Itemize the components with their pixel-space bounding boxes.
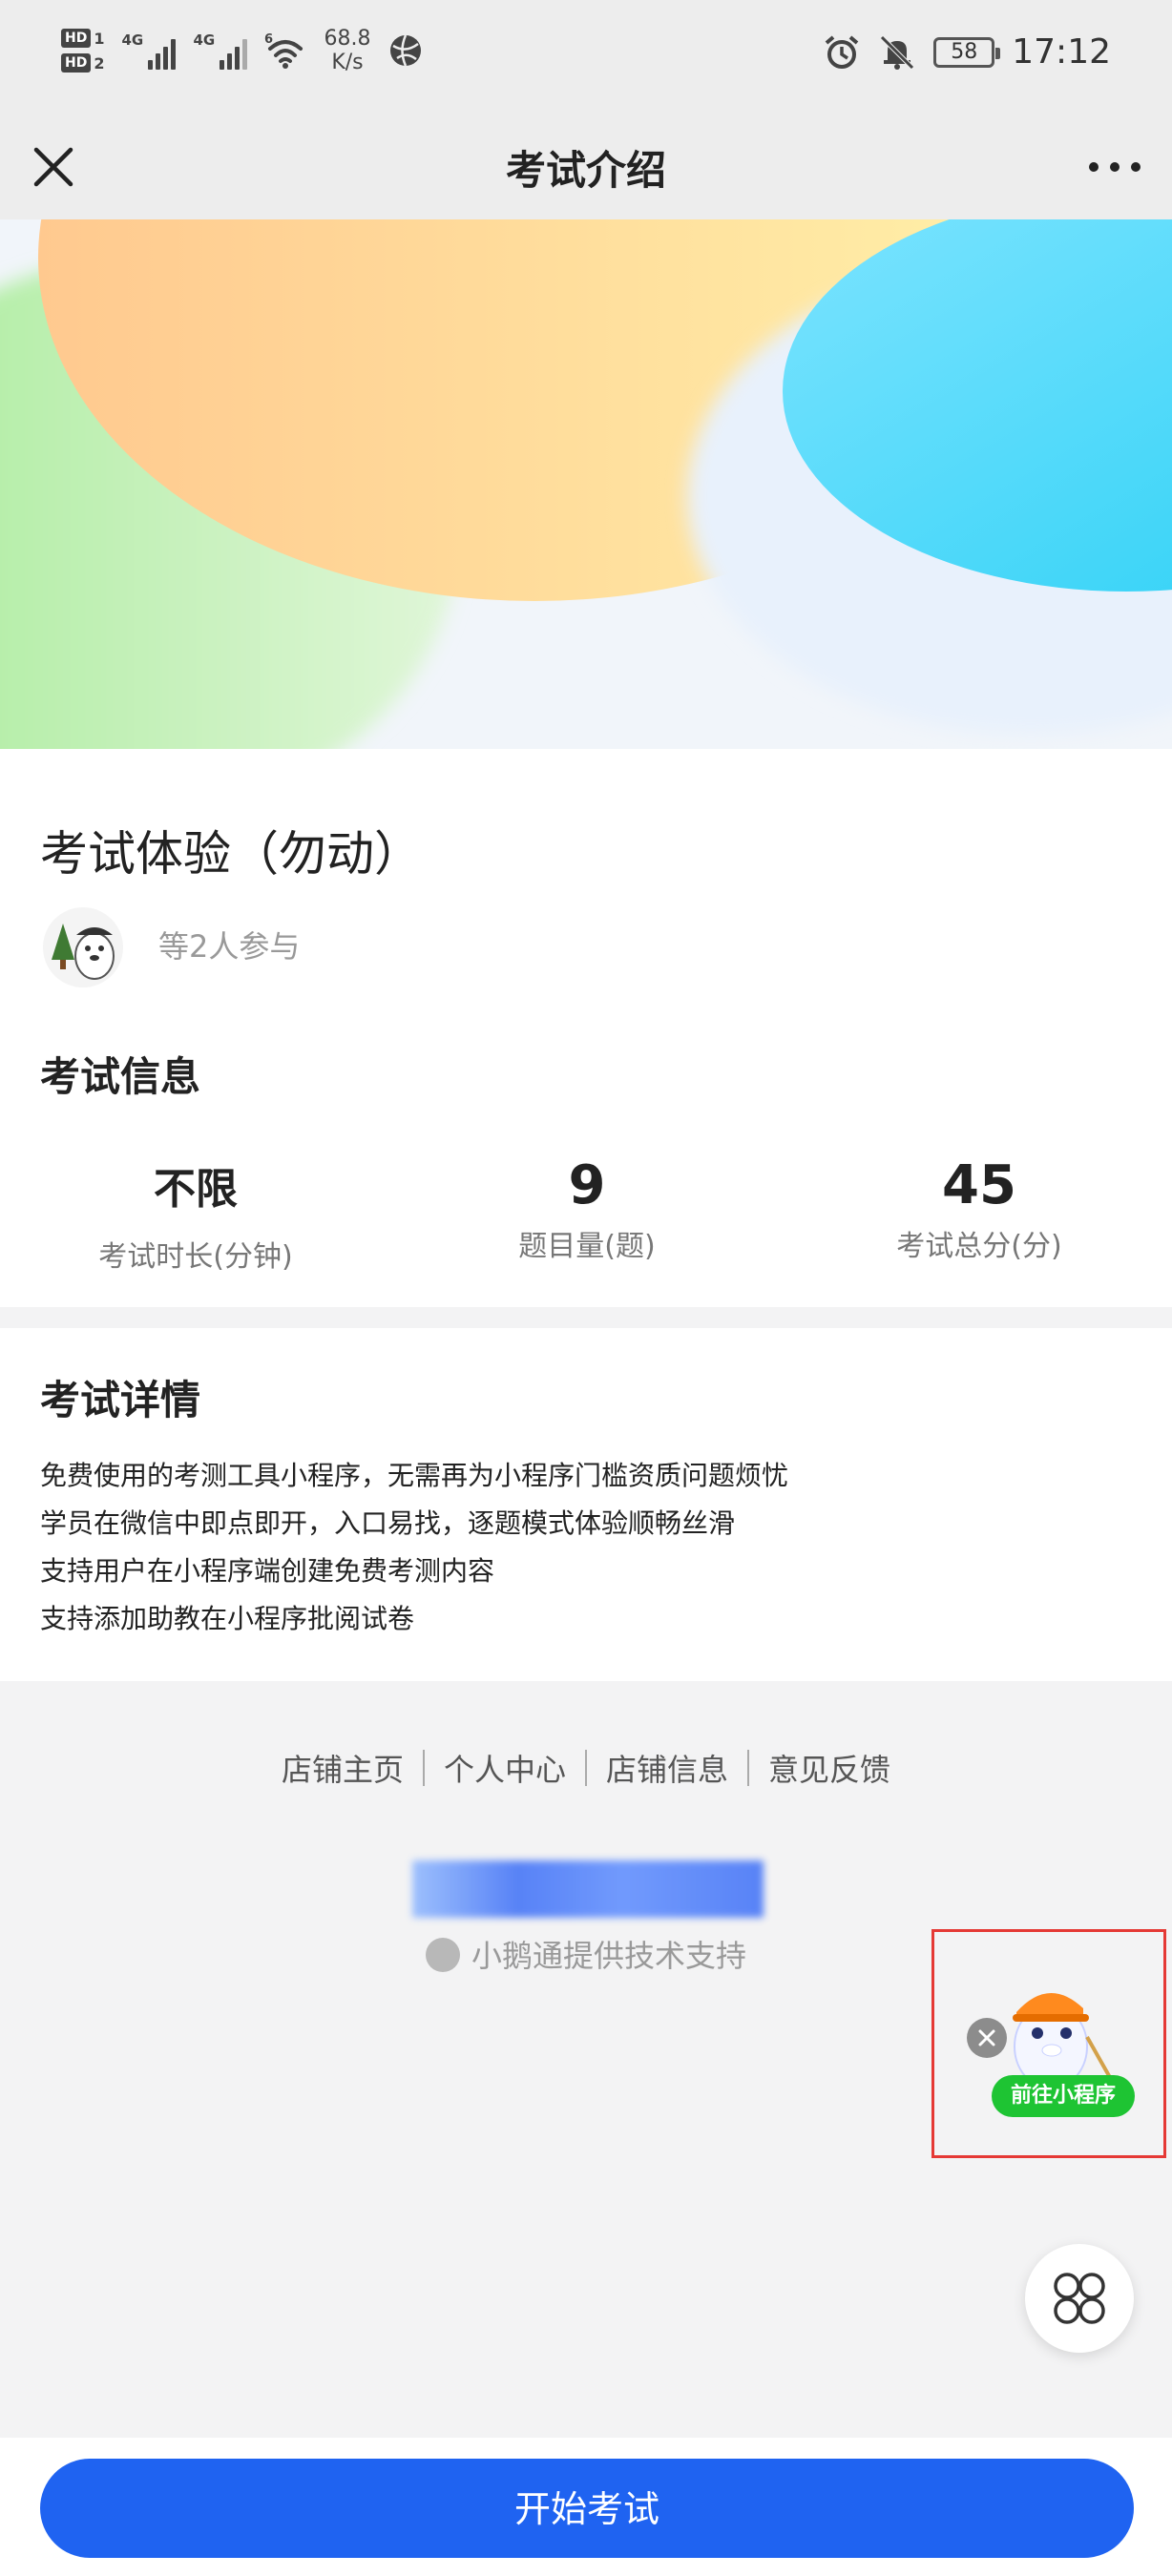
open-mini-program-button[interactable]: 前往小程序 <box>992 2075 1135 2117</box>
stat-duration: 不限 考试时长(分钟) <box>14 1154 377 1275</box>
battery-icon: 58 <box>933 36 1001 68</box>
network-speed: 68.8 K/s <box>324 27 370 74</box>
blurred-brand-logo <box>412 1860 764 1918</box>
start-exam-button[interactable]: 开始考试 <box>40 2459 1134 2558</box>
stat-value: 不限 <box>154 1165 238 1214</box>
detail-line: 支持添加助教在小程序批阅试卷 <box>40 1603 415 1634</box>
footer-link-shop-info[interactable]: 店铺信息 <box>587 1746 747 1790</box>
close-icon[interactable] <box>967 2018 1007 2058</box>
hd-badge-2: HD <box>61 53 92 73</box>
menu-grid-button[interactable] <box>1025 2244 1134 2353</box>
speed-unit: K/s <box>331 51 364 74</box>
detail-text: 免费使用的考测工具小程序，无需再为小程序门槛资质问题烦忧 学员在微信中即点即开，… <box>40 1452 788 1643</box>
detail-line: 免费使用的考测工具小程序，无需再为小程序门槛资质问题烦忧 <box>40 1460 789 1491</box>
hd-badge-1: HD <box>61 29 92 48</box>
exam-title: 考试体验（勿动） <box>40 826 422 882</box>
exam-detail-title: 考试详情 <box>40 1377 201 1423</box>
stat-question-count: 9 题目量(题) <box>406 1154 768 1264</box>
bottom-bar: 开始考试 <box>0 2438 1172 2576</box>
stat-label: 考试总分(分) <box>896 1230 1062 1263</box>
status-time: 17:12 <box>1012 32 1111 72</box>
globe-icon <box>390 34 422 67</box>
speed-value: 68.8 <box>324 27 371 51</box>
cover-banner <box>0 219 1172 749</box>
participants-count: 等2人参与 <box>158 928 301 965</box>
exam-info-title: 考试信息 <box>40 1053 201 1100</box>
alarm-icon <box>825 34 859 69</box>
wifi-icon: 6 <box>264 32 303 69</box>
exam-info-card: 考试体验（勿动） 等2人参与 考试信息 不限 考试时长(分钟) 9 题目量(题)… <box>0 749 1172 1307</box>
avatar <box>43 907 123 987</box>
signal-icon: 4G <box>121 31 177 70</box>
footer-link-feedback[interactable]: 意见反馈 <box>749 1746 910 1790</box>
net-label-1: 4G <box>121 31 144 49</box>
mute-icon <box>880 34 915 70</box>
stat-value: 9 <box>568 1154 606 1216</box>
more-icon[interactable] <box>1084 140 1145 194</box>
stat-total-score: 45 考试总分(分) <box>798 1154 1161 1264</box>
powered-by-text: 小鹅通提供技术支持 <box>471 1938 746 1974</box>
sim-indicators: HD 1 HD 2 <box>61 29 104 73</box>
stat-label: 题目量(题) <box>518 1230 656 1263</box>
footer-links: 店铺主页 个人中心 店铺信息 意见反馈 <box>0 1746 1172 1790</box>
footer-link-profile[interactable]: 个人中心 <box>425 1746 585 1790</box>
nav-bar: 考试介绍 <box>0 119 1172 219</box>
detail-line: 学员在微信中即点即开，入口易找，逐题模式体验顺畅丝滑 <box>40 1507 736 1539</box>
sim-index-1: 1 <box>94 29 105 48</box>
grid-icon <box>1054 2273 1105 2324</box>
stat-label: 考试时长(分钟) <box>98 1240 293 1274</box>
stat-value: 45 <box>942 1154 1016 1216</box>
page-title: 考试介绍 <box>505 147 666 194</box>
net-label-2: 4G <box>193 31 216 49</box>
wifi-label: 6 <box>264 32 273 47</box>
xiaoe-logo-icon <box>425 1938 460 1972</box>
footer-link-shop-home[interactable]: 店铺主页 <box>262 1746 423 1790</box>
mini-program-float: 前往小程序 <box>931 1929 1166 2158</box>
cover-image <box>0 219 1172 749</box>
signal-icon-2: 4G <box>193 31 248 70</box>
status-bar: HD 1 HD 2 4G 4G 6 68.8 K/s 58 17:12 <box>0 0 1172 119</box>
sim-index-2: 2 <box>94 53 105 73</box>
exam-detail-card: 考试详情 免费使用的考测工具小程序，无需再为小程序门槛资质问题烦忧 学员在微信中… <box>0 1328 1172 1681</box>
detail-line: 支持用户在小程序端创建免费考测内容 <box>40 1555 495 1587</box>
